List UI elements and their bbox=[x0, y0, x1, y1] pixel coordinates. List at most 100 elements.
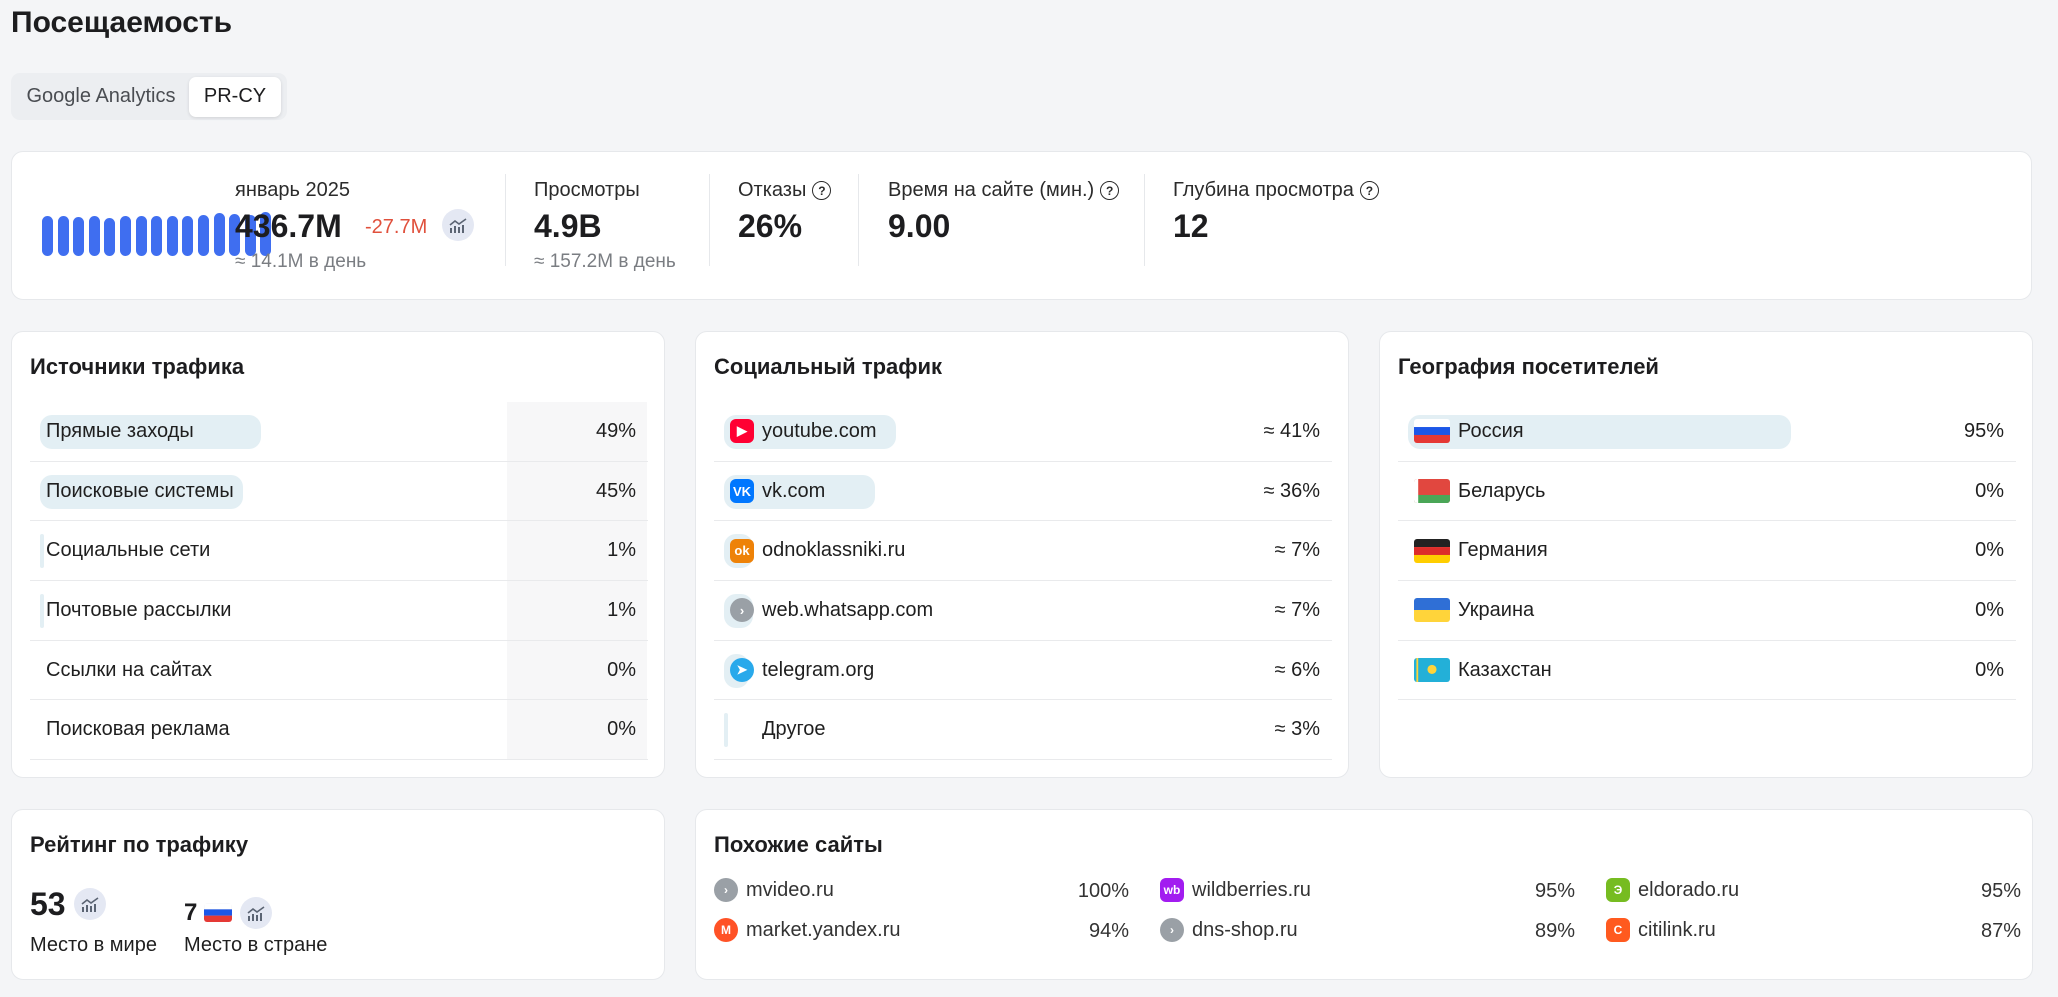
time-value: 9.00 bbox=[888, 208, 951, 244]
country-rank-label: Место в стране bbox=[184, 934, 328, 956]
bounce-label-text: Отказы bbox=[738, 179, 807, 201]
row-label: ok odnoklassniki.ru bbox=[730, 538, 905, 563]
sparkline-bar bbox=[213, 213, 225, 256]
traffic-sources-list: Прямые заходы 49% Поисковые системы 45% Соци… bbox=[30, 402, 648, 761]
row-label-text: Ссылки на сайтах bbox=[46, 658, 213, 681]
traffic-source-row[interactable]: Поисковые системы 45% bbox=[30, 462, 648, 522]
geography-title: География посетителей bbox=[1398, 354, 1659, 379]
row-percent: ≈ 3% bbox=[1274, 718, 1320, 741]
world-rank-chart-button[interactable] bbox=[74, 888, 106, 920]
link-icon: › bbox=[1160, 918, 1184, 942]
similar-site-link[interactable]: Mmarket.yandex.ru bbox=[714, 918, 901, 942]
similar-site-link[interactable]: › dns-shop.ru bbox=[1160, 918, 1298, 942]
help-icon[interactable]: ? bbox=[1100, 181, 1120, 200]
traffic-rank-card: Рейтинг по трафику 53 Место в мире 7 Мес… bbox=[11, 809, 665, 980]
sparkline-bar bbox=[73, 217, 85, 256]
country-row[interactable]: Германия 0% bbox=[1398, 521, 2016, 582]
country-rank-chart-button[interactable] bbox=[240, 897, 272, 929]
help-icon[interactable]: ? bbox=[1359, 181, 1379, 200]
country-row[interactable]: Россия 95% bbox=[1398, 402, 2016, 462]
social-source-row[interactable]: ok odnoklassniki.ru ≈ 7% bbox=[714, 521, 1332, 582]
divider bbox=[1144, 174, 1145, 266]
share-bar bbox=[40, 534, 44, 569]
traffic-rank-title: Рейтинг по трафику bbox=[30, 832, 249, 857]
sparkline-bar bbox=[57, 216, 69, 256]
row-percent: 0% bbox=[1975, 539, 2004, 562]
traffic-source-row[interactable]: Ссылки на сайтах 0% bbox=[30, 641, 648, 701]
social-source-row[interactable]: ▶ youtube.com ≈ 41% bbox=[714, 402, 1332, 462]
row-label-text: Украина bbox=[1458, 598, 1535, 621]
country-rank-value: 7 bbox=[184, 899, 198, 926]
social-traffic-list: ▶ youtube.com ≈ 41% VK vk.com ≈ 36% ok odnoklas… bbox=[714, 402, 1332, 761]
visits-chart-button[interactable] bbox=[442, 209, 474, 241]
row-label: Прямые заходы bbox=[46, 420, 194, 443]
similar-site-link[interactable]: › mvideo.ru bbox=[714, 878, 834, 902]
help-icon[interactable]: ? bbox=[812, 181, 832, 200]
row-label: Ссылки на сайтах bbox=[46, 659, 212, 682]
similar-site-percent: 95% bbox=[1980, 880, 2021, 902]
row-label: Другое bbox=[730, 718, 826, 741]
social-source-row[interactable]: › web.whatsapp.com ≈ 7% bbox=[714, 581, 1332, 641]
row-percent: 1% bbox=[607, 598, 636, 621]
row-percent: ≈ 36% bbox=[1263, 479, 1320, 502]
row-label: Социальные сети bbox=[46, 539, 210, 562]
sparkline-bar bbox=[182, 216, 194, 256]
bounce-label: Отказы? bbox=[738, 179, 832, 202]
similar-site-name: mvideo.ru bbox=[746, 878, 834, 901]
geography-list: Россия 95% Беларусь 0% Германия 0% Украина 0% Ка… bbox=[1398, 402, 2016, 701]
traffic-source-row[interactable]: Прямые заходы 49% bbox=[30, 402, 648, 462]
source-tabs: Google Analytics PR-CY bbox=[11, 73, 287, 120]
telegram-icon: ➤ bbox=[730, 658, 754, 683]
traffic-sources-card: Источники трафика Прямые заходы 49% Поиско… bbox=[11, 331, 665, 778]
sparkline-bar bbox=[88, 216, 100, 256]
similar-site-name: wildberries.ru bbox=[1192, 878, 1311, 901]
row-percent: 45% bbox=[595, 479, 636, 502]
traffic-source-row[interactable]: Почтовые рассылки 1% bbox=[30, 581, 648, 641]
row-label: Германия bbox=[1414, 538, 1548, 563]
sparkline-bar bbox=[119, 216, 131, 256]
time-label-text: Время на сайте (мин.) bbox=[888, 179, 1095, 201]
row-label-text: telegram.org bbox=[762, 658, 875, 681]
row-label: › web.whatsapp.com bbox=[730, 598, 933, 623]
row-label: Россия bbox=[1414, 419, 1524, 444]
similar-site-name: citilink.ru bbox=[1638, 918, 1716, 941]
chart-icon bbox=[247, 906, 265, 921]
country-row[interactable]: Украина 0% bbox=[1398, 581, 2016, 641]
traffic-source-row[interactable]: Поисковая реклама 0% bbox=[30, 700, 648, 761]
row-label-text: Другое bbox=[762, 718, 826, 741]
row-label-text: Почтовые рассылки bbox=[46, 598, 232, 621]
sparkline-bar bbox=[135, 216, 147, 256]
ukraine-flag bbox=[1414, 598, 1450, 623]
similar-site-link[interactable]: Ccitilink.ru bbox=[1606, 918, 1716, 942]
row-label: Беларусь bbox=[1414, 479, 1545, 504]
row-label: VK vk.com bbox=[730, 479, 825, 504]
citilink-icon: C bbox=[1606, 918, 1630, 942]
traffic-summary-card: январь 2025 436.7M -27.7M ≈ 14.1M в день… bbox=[11, 151, 2032, 300]
row-label: Почтовые рассылки bbox=[46, 599, 231, 622]
similar-site-percent: 95% bbox=[1534, 880, 1575, 902]
country-row[interactable]: Казахстан 0% bbox=[1398, 641, 2016, 701]
divider bbox=[505, 174, 506, 266]
row-percent: ≈ 41% bbox=[1263, 419, 1320, 442]
traffic-source-row[interactable]: Социальные сети 1% bbox=[30, 521, 648, 582]
social-traffic-title: Социальный трафик bbox=[714, 354, 943, 379]
row-label: Казахстан bbox=[1414, 658, 1552, 683]
page-title: Посещаемость bbox=[11, 6, 233, 39]
tab-google-analytics[interactable]: Google Analytics bbox=[15, 77, 187, 117]
row-percent: 95% bbox=[1963, 419, 2004, 442]
similar-site-link[interactable]: wb wildberries.ru bbox=[1160, 878, 1311, 902]
similar-site-link[interactable]: Эeldorado.ru bbox=[1606, 878, 1739, 902]
sparkline-bar bbox=[166, 216, 178, 256]
link-icon: › bbox=[714, 878, 738, 902]
row-label-text: Социальные сети bbox=[46, 539, 211, 562]
tab-pr-cy[interactable]: PR-CY bbox=[189, 76, 281, 117]
germany-flag bbox=[1414, 538, 1450, 563]
social-source-row[interactable]: Другое ≈ 3% bbox=[714, 700, 1332, 761]
social-source-row[interactable]: VK vk.com ≈ 36% bbox=[714, 462, 1332, 522]
country-row[interactable]: Беларусь 0% bbox=[1398, 462, 2016, 522]
bounce-value: 26% bbox=[738, 208, 803, 244]
depth-label: Глубина просмотра? bbox=[1173, 179, 1379, 202]
similar-sites-title: Похожие сайты bbox=[714, 832, 883, 857]
social-source-row[interactable]: ➤ telegram.org ≈ 6% bbox=[714, 641, 1332, 701]
sparkline-bar bbox=[197, 215, 209, 256]
